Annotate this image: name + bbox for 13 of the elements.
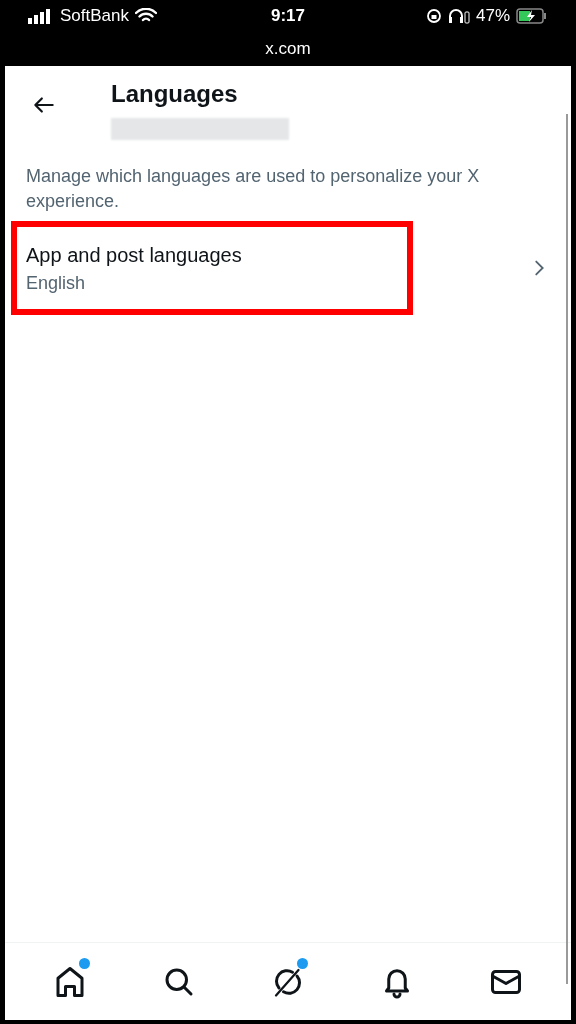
url-text: x.com bbox=[265, 38, 311, 61]
page-title: Languages bbox=[111, 79, 239, 109]
rotation-lock-icon bbox=[425, 8, 442, 24]
battery-percentage: 47% bbox=[475, 5, 510, 28]
description-text: Manage which languages are used to personalize your X experience. bbox=[25, 165, 481, 213]
carrier-name: SoftBank bbox=[60, 5, 129, 28]
settings-row[interactable]: App and post languages English bbox=[5, 221, 571, 315]
headphones-icon bbox=[447, 8, 470, 24]
clock: 9:17 bbox=[271, 5, 305, 28]
wifi-icon bbox=[135, 8, 157, 24]
battery-charging-icon bbox=[516, 8, 548, 24]
setting-label: App and post languages bbox=[26, 242, 243, 268]
setting-value: English bbox=[26, 271, 87, 295]
